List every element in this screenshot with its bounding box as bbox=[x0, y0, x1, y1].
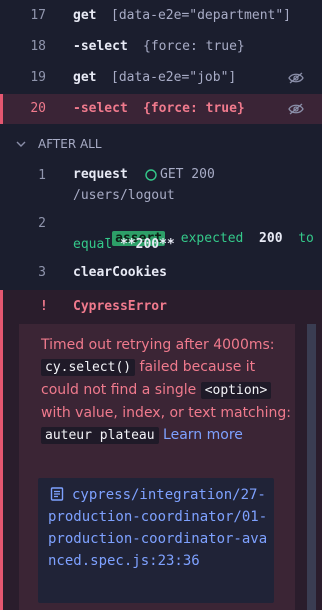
command-number: 19 bbox=[30, 70, 46, 85]
error-text-3: with value, index, or text matching: bbox=[41, 405, 291, 421]
command-name: get bbox=[73, 8, 97, 23]
command-number: 20 bbox=[30, 101, 46, 116]
error-icon: ! bbox=[40, 299, 48, 314]
command-number: 3 bbox=[38, 265, 46, 280]
command-row-19[interactable]: 19 get [data-e2e="job"] bbox=[0, 62, 322, 94]
after-all-hook-header[interactable]: AFTER ALL bbox=[0, 134, 322, 156]
error-code-1: cy.select() bbox=[41, 359, 136, 376]
hook-label: AFTER ALL bbox=[38, 137, 102, 151]
scrollbar[interactable] bbox=[307, 324, 316, 610]
command-arg: [data-e2e="department"] bbox=[111, 8, 292, 23]
command-name: clearCookies bbox=[73, 265, 167, 280]
eye-off-icon[interactable] bbox=[288, 72, 304, 84]
request-path: /users/logout bbox=[73, 188, 175, 203]
assert-expected: expected bbox=[180, 231, 244, 246]
command-row-clear-cookies[interactable]: 3 clearCookies bbox=[0, 260, 322, 286]
error-code-2: <option> bbox=[200, 382, 272, 399]
command-number: 17 bbox=[30, 8, 46, 23]
command-arg: [data-e2e="job"] bbox=[111, 70, 237, 85]
command-arg: {force: true} bbox=[143, 101, 245, 116]
error-header: ! CypressError bbox=[3, 290, 322, 324]
command-arg: {force: true} bbox=[143, 39, 245, 54]
assert-equal: equal bbox=[73, 237, 113, 252]
status-circle-icon bbox=[145, 169, 157, 181]
command-row-18[interactable]: 18 -select {force: true} bbox=[0, 32, 322, 62]
command-number: 2 bbox=[38, 216, 46, 231]
command-number: 1 bbox=[38, 168, 46, 183]
assert-to: to bbox=[298, 231, 314, 246]
assert-line-2: equal **200** bbox=[73, 237, 175, 252]
command-row-request[interactable]: 1 request GET 200 /users/logout bbox=[0, 160, 322, 210]
assert-value-2: **200** bbox=[119, 237, 175, 252]
command-row-17[interactable]: 17 get [data-e2e="department"] bbox=[0, 0, 322, 32]
error-text-1: Timed out retrying after 4000ms: bbox=[41, 337, 275, 353]
error-message: Timed out retrying after 4000ms: cy.sele… bbox=[41, 334, 291, 447]
learn-more-link[interactable]: Learn more bbox=[163, 427, 243, 443]
command-name: -select bbox=[73, 101, 128, 116]
command-name: request bbox=[73, 167, 128, 182]
command-name: -select bbox=[73, 39, 128, 54]
error-title: CypressError bbox=[73, 299, 167, 314]
file-link-box[interactable]: cypress/integration/27-production-coordi… bbox=[38, 478, 274, 603]
command-name: get bbox=[73, 70, 97, 85]
request-status: GET 200 bbox=[160, 167, 215, 182]
chevron-down-icon bbox=[16, 141, 26, 147]
command-row-20-failed[interactable]: 20 -select {force: true} bbox=[0, 94, 322, 124]
eye-off-icon[interactable] bbox=[288, 103, 304, 115]
command-number: 18 bbox=[30, 39, 46, 54]
command-row-assert[interactable]: 2 - assert expected 200 to equal **200** bbox=[0, 210, 322, 260]
error-code-3: auteur plateau bbox=[41, 427, 159, 444]
file-path-link[interactable]: cypress/integration/27-production-coordi… bbox=[48, 484, 274, 572]
assert-value: 200 bbox=[259, 231, 283, 246]
